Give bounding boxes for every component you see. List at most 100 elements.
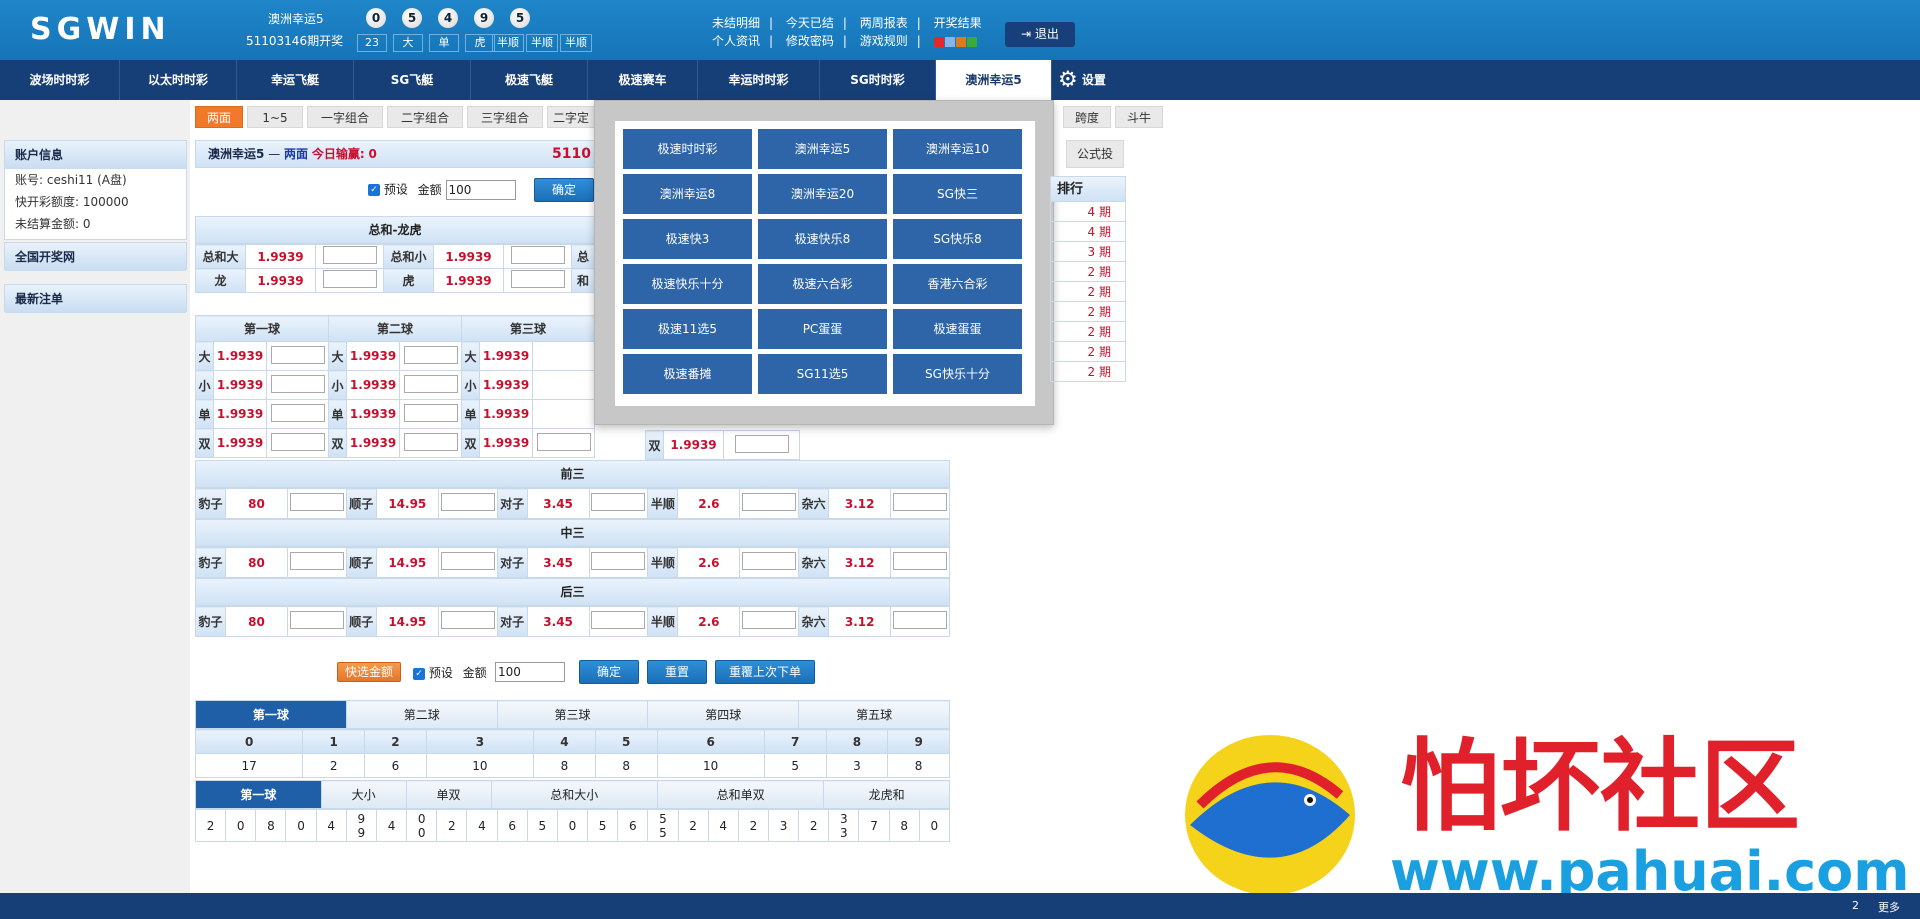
lottery-picker-item[interactable]: 极速11选5	[623, 309, 752, 349]
preset-checkbox[interactable]: ✓	[368, 184, 380, 196]
bet-input-cell[interactable]	[399, 341, 462, 371]
bet-input[interactable]	[289, 493, 344, 511]
amount-input[interactable]: 100	[445, 180, 516, 200]
logout-button[interactable]: ⇥ 退出	[1005, 22, 1075, 47]
stats-sub-tab[interactable]: 总和大小	[490, 780, 658, 809]
bet-input-cell[interactable]	[503, 268, 572, 293]
bet-input[interactable]	[403, 403, 458, 422]
stats-ball-tab[interactable]: 第五球	[798, 700, 950, 729]
lottery-picker-item[interactable]: 极速快乐8	[758, 219, 887, 259]
settled-today-link[interactable]: 今天已结	[786, 16, 834, 30]
bet-input[interactable]	[403, 345, 458, 364]
confirm-button[interactable]: 确定	[534, 178, 594, 202]
game-rules-link[interactable]: 游戏规则	[860, 34, 908, 48]
stats-sub-tab[interactable]: 第一球	[195, 780, 322, 809]
lottery-picker-item[interactable]: 极速番摊	[623, 354, 752, 394]
bet-input[interactable]	[893, 493, 948, 511]
bet-input[interactable]	[440, 552, 495, 570]
bet-input-cell[interactable]	[588, 547, 649, 578]
bet-input-cell[interactable]	[266, 428, 329, 458]
bet-input-cell[interactable]	[287, 488, 347, 519]
nav-item[interactable]: 以太时时彩	[120, 60, 237, 100]
bet-input[interactable]	[289, 611, 344, 629]
lottery-site-title[interactable]: 全国开奖网	[5, 243, 186, 271]
personal-info-link[interactable]: 个人资讯	[712, 34, 760, 48]
bet-input[interactable]	[270, 403, 325, 422]
bet-input[interactable]	[591, 611, 646, 629]
unsettled-link[interactable]: 未结明细	[712, 16, 760, 30]
bet-input-cell[interactable]	[890, 488, 950, 519]
bet-input[interactable]	[591, 552, 646, 570]
bet-input-cell[interactable]	[532, 341, 595, 371]
stats-ball-tab[interactable]: 第四球	[647, 700, 800, 729]
nav-item[interactable]: SG时时彩	[820, 60, 936, 100]
stats-sub-tab[interactable]: 单双	[405, 780, 492, 809]
tab-span[interactable]: 跨度	[1063, 106, 1111, 128]
nav-item[interactable]: 极速飞艇	[471, 60, 588, 100]
bet-input[interactable]	[440, 493, 495, 511]
formula-tab[interactable]: 公式投	[1066, 140, 1124, 168]
nav-item[interactable]: 极速赛车	[588, 60, 698, 100]
bet-input-cell[interactable]	[588, 606, 649, 637]
bet-input[interactable]	[536, 432, 591, 451]
quick-amount-button[interactable]: 快选金额	[337, 662, 401, 682]
stats-ball-tab[interactable]: 第一球	[195, 700, 347, 729]
bet-input[interactable]	[510, 246, 565, 264]
bet-input-cell[interactable]	[437, 488, 498, 519]
bet-input-cell[interactable]	[315, 244, 384, 269]
bet-input[interactable]	[270, 345, 325, 364]
lottery-picker-item[interactable]: 澳洲幸运10	[893, 129, 1022, 169]
draw-results-link[interactable]: 开奖结果	[934, 16, 982, 30]
lottery-picker-item[interactable]: SG快乐十分	[893, 354, 1022, 394]
bet-input[interactable]	[742, 611, 797, 629]
settings-button[interactable]: ⚙ 设置	[1058, 60, 1106, 100]
bet-input-cell[interactable]	[532, 399, 595, 429]
lottery-picker-item[interactable]: 香港六合彩	[893, 264, 1022, 304]
skin-red[interactable]	[933, 36, 944, 47]
latest-bets-panel[interactable]: 最新注单	[4, 284, 187, 313]
stats-sub-tab[interactable]: 大小	[320, 780, 407, 809]
bet-input-cell[interactable]	[315, 268, 384, 293]
bet-input[interactable]	[742, 552, 797, 570]
bet-input[interactable]	[289, 552, 344, 570]
skin-orange[interactable]	[955, 36, 966, 47]
tab-two-sides[interactable]: 两面	[195, 106, 243, 128]
tab-two-position[interactable]: 二字定位	[547, 106, 595, 128]
nav-item[interactable]: 波场时时彩	[0, 60, 120, 100]
bet-input-cell[interactable]	[739, 606, 800, 637]
lottery-picker-item[interactable]: PC蛋蛋	[758, 309, 887, 349]
lottery-picker-item[interactable]: 极速快3	[623, 219, 752, 259]
bottom-amount-input[interactable]: 100	[495, 662, 565, 682]
bet-input-cell[interactable]	[266, 341, 329, 371]
tab-two-combo[interactable]: 二字组合	[387, 106, 463, 128]
lottery-picker-item[interactable]: 澳洲幸运20	[758, 174, 887, 214]
bet-input-cell[interactable]	[588, 488, 649, 519]
lottery-picker-item[interactable]: 极速快乐十分	[623, 264, 752, 304]
bottom-preset-checkbox[interactable]: ✓	[413, 667, 425, 680]
stats-ball-tab[interactable]: 第三球	[496, 700, 649, 729]
repeat-bet-button[interactable]: 重覆上次下单	[715, 660, 815, 684]
bet-input-cell[interactable]	[503, 244, 572, 269]
bet-input-cell[interactable]	[723, 430, 800, 460]
bet-input-cell[interactable]	[399, 428, 462, 458]
bet-input-cell[interactable]	[399, 399, 462, 429]
bet-input-cell[interactable]	[437, 547, 498, 578]
bet-input[interactable]	[893, 611, 948, 629]
bet-input-cell[interactable]	[399, 370, 462, 400]
bet-input-cell[interactable]	[890, 606, 950, 637]
reset-button[interactable]: 重置	[647, 660, 707, 684]
bet-input-cell[interactable]	[266, 399, 329, 429]
stats-sub-tab[interactable]: 总和单双	[656, 780, 825, 809]
bet-input-cell[interactable]	[739, 488, 800, 519]
lottery-picker-item[interactable]: SG快三	[893, 174, 1022, 214]
bet-input[interactable]	[403, 432, 458, 451]
bet-input[interactable]	[591, 493, 646, 511]
bet-input[interactable]	[322, 270, 377, 288]
bet-input-cell[interactable]	[266, 370, 329, 400]
lottery-picker-item[interactable]: SG快乐8	[893, 219, 1022, 259]
bet-input-cell[interactable]	[739, 547, 800, 578]
tab-1-5[interactable]: 1~5	[247, 106, 303, 128]
bet-input-cell[interactable]	[437, 606, 498, 637]
tab-three-combo[interactable]: 三字组合	[467, 106, 543, 128]
nav-item-active[interactable]: 澳洲幸运5	[936, 60, 1052, 100]
